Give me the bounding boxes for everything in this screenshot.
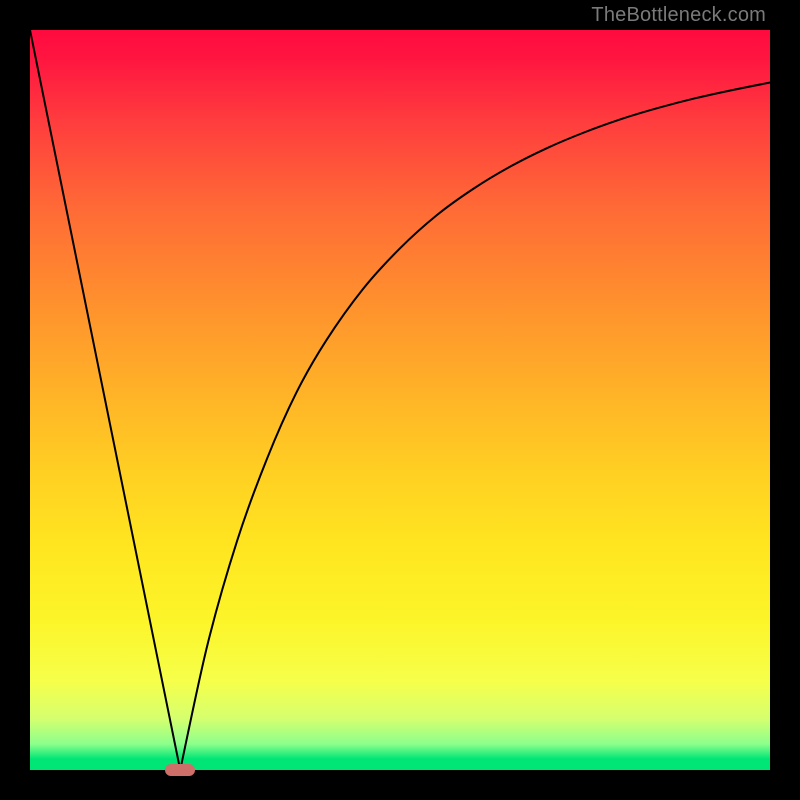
bottleneck-curve [30, 30, 770, 770]
curve-left-branch [30, 30, 180, 770]
curve-right-branch [180, 83, 770, 770]
min-point-marker [165, 764, 195, 776]
attribution-label: TheBottleneck.com [591, 4, 766, 27]
plot-area [30, 30, 770, 770]
